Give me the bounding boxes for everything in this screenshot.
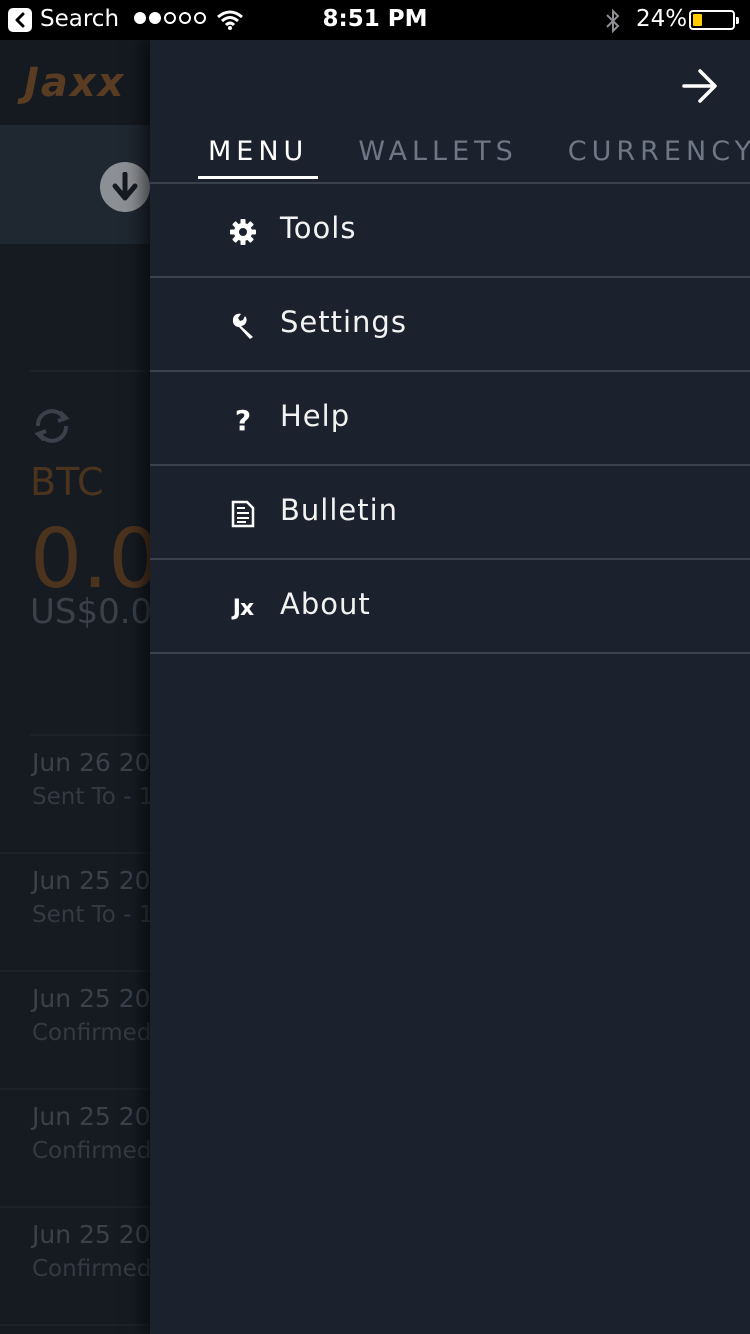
transaction-description: Confirmed <box>32 1138 150 1164</box>
menu-item-tools[interactable]: Tools <box>150 184 750 278</box>
menu-item-label: Settings <box>280 305 407 339</box>
divider <box>30 370 150 372</box>
transaction-date: Jun 25 20 <box>32 1220 150 1249</box>
battery-percent: 24% <box>636 6 688 32</box>
wrench-icon <box>228 311 258 341</box>
transaction-date: Jun 26 20 <box>32 748 150 777</box>
menu-item-settings[interactable]: Settings <box>150 278 750 372</box>
transaction-row[interactable]: Jun 25 20 Confirmed <box>0 1208 150 1326</box>
close-menu-arrow-icon[interactable] <box>680 66 720 106</box>
document-icon <box>228 499 258 529</box>
tab-menu[interactable]: MENU <box>198 136 319 179</box>
tab-currency[interactable]: CURRENCY <box>558 136 750 179</box>
tab-wallets[interactable]: WALLETS <box>348 136 527 179</box>
transaction-date: Jun 25 20 <box>32 984 150 1013</box>
battery-icon <box>689 10 739 30</box>
jx-logo-icon: Jx <box>232 595 254 621</box>
menu-item-about[interactable]: Jx About <box>150 560 750 654</box>
menu-item-label: Help <box>280 399 351 433</box>
gear-icon <box>228 217 258 247</box>
menu-item-label: About <box>280 587 371 621</box>
status-bar: Search 8:51 PM 24% <box>0 0 750 40</box>
jaxx-logo: Jaxx <box>24 60 126 106</box>
menu-item-help[interactable]: ? Help <box>150 372 750 466</box>
receive-icon[interactable] <box>100 162 150 212</box>
menu-item-bulletin[interactable]: Bulletin <box>150 466 750 560</box>
fiat-balance: US$0.0 <box>30 592 153 632</box>
menu-item-label: Tools <box>280 211 357 245</box>
transaction-row[interactable]: Jun 25 20 Confirmed <box>0 972 150 1090</box>
transaction-description: Confirmed <box>32 1256 150 1282</box>
menu-item-label: Bulletin <box>280 493 399 527</box>
transaction-description: Sent To - 1 <box>32 784 150 810</box>
transaction-date: Jun 25 20 <box>32 866 150 895</box>
bluetooth-icon <box>604 8 622 38</box>
transaction-date: Jun 25 20 <box>32 1102 150 1131</box>
transaction-row[interactable]: Jun 26 20 Sent To - 1 <box>0 736 150 854</box>
transaction-description: Confirmed <box>32 1020 150 1046</box>
refresh-icon[interactable] <box>30 406 74 450</box>
coin-symbol: BTC <box>30 460 104 504</box>
transaction-row[interactable]: Jun 25 20 Confirmed <box>0 1090 150 1208</box>
side-menu-drawer: MENU WALLETS CURRENCY Tools Settings ? H… <box>150 40 750 1334</box>
drawer-tabs: MENU WALLETS CURRENCY <box>198 136 750 179</box>
transaction-description: Sent To - 1 <box>32 902 150 928</box>
menu-list: Tools Settings ? Help Bulletin Jx About <box>150 184 750 654</box>
transaction-row[interactable]: Jun 25 20 Sent To - 1 <box>0 854 150 972</box>
question-icon: ? <box>234 403 252 437</box>
